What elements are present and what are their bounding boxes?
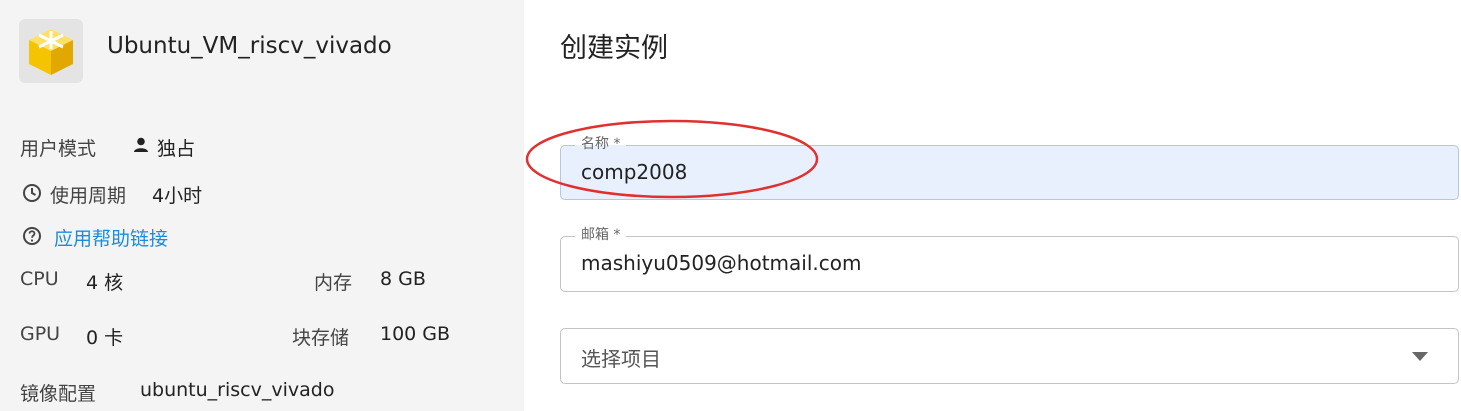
name-field-label: 名称 * — [575, 134, 627, 154]
help-circle-icon — [23, 227, 41, 245]
gpu-value: 0 卡 — [86, 327, 124, 349]
memory-value: 8 GB — [380, 268, 426, 290]
cpu-value: 4 核 — [86, 272, 124, 294]
memory-label: 内存 — [314, 272, 353, 294]
gpu-label: GPU — [20, 323, 61, 345]
period-label: 使用周期 — [50, 185, 127, 207]
image-value: ubuntu_riscv_vivado — [140, 379, 335, 401]
image-label: 镜像配置 — [20, 383, 97, 405]
cube-app-icon — [19, 19, 83, 83]
user-mode-value: 独占 — [157, 138, 196, 160]
email-field[interactable]: 邮箱 * mashiyu0509@hotmail.com — [560, 225, 1459, 292]
storage-value: 100 GB — [380, 323, 451, 345]
cpu-label: CPU — [20, 268, 59, 290]
instance-info-panel: Ubuntu_VM_riscv_vivado 用户模式 独占 使用周期 4小时 … — [0, 0, 524, 411]
project-select-placeholder: 选择项目 — [581, 347, 661, 371]
email-input-value[interactable]: mashiyu0509@hotmail.com — [581, 251, 861, 275]
user-mode-label: 用户模式 — [20, 138, 97, 160]
person-icon — [134, 137, 148, 152]
name-field[interactable]: 名称 * comp2008 — [560, 134, 1459, 200]
clock-icon — [23, 184, 41, 202]
name-input-value[interactable]: comp2008 — [581, 160, 687, 184]
period-value: 4小时 — [152, 185, 203, 207]
form-title: 创建实例 — [560, 33, 668, 64]
project-select[interactable]: 选择项目 — [560, 328, 1459, 384]
email-field-label: 邮箱 * — [575, 225, 627, 245]
app-help-link[interactable]: 应用帮助链接 — [54, 224, 168, 251]
storage-label: 块存储 — [292, 327, 350, 349]
app-name: Ubuntu_VM_riscv_vivado — [107, 33, 392, 59]
dropdown-arrow-icon[interactable] — [1412, 352, 1428, 361]
